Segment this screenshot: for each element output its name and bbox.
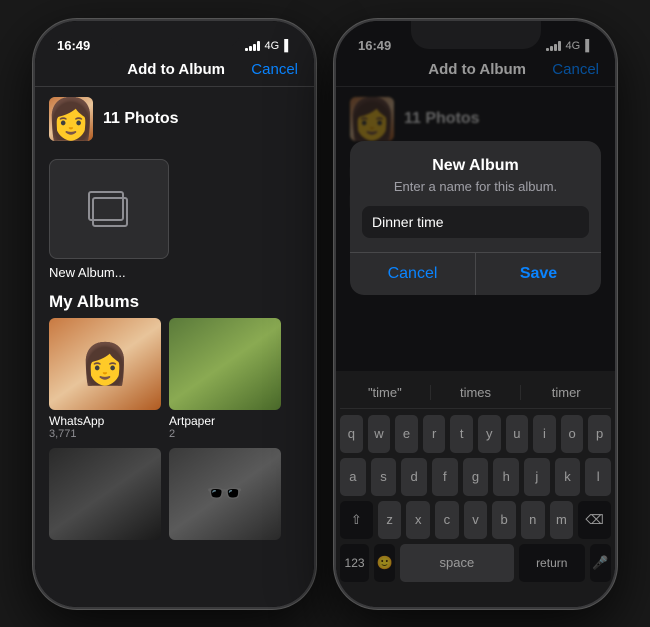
photos-count-left: 11 Photos (103, 110, 179, 128)
album-cover-sunglasses (169, 448, 281, 540)
new-album-dialog: New Album Enter a name for this album. D… (350, 141, 601, 295)
album-cover-artpaper (169, 318, 281, 410)
dialog-cancel-button[interactable]: Cancel (350, 253, 476, 295)
cancel-button-left[interactable]: Cancel (251, 61, 298, 78)
status-icons-left: 4G ▌ (245, 40, 292, 52)
dialog-title: New Album (350, 141, 601, 179)
dialog-overlay (336, 21, 615, 607)
album-name-artpaper: Artpaper (169, 414, 281, 428)
album-whatsapp[interactable]: WhatsApp 3,771 (49, 318, 161, 440)
signal-icon (245, 41, 260, 51)
album-drums[interactable] (49, 448, 161, 540)
album-name-input[interactable]: Dinner time (362, 206, 589, 238)
dialog-subtitle: Enter a name for this album. (350, 179, 601, 206)
new-album-icon (84, 187, 134, 231)
my-albums-title-left: My Albums (35, 284, 314, 318)
network-type: 4G (265, 40, 280, 52)
album-count-whatsapp: 3,771 (49, 428, 161, 440)
album-name-whatsapp: WhatsApp (49, 414, 161, 428)
dialog-save-button[interactable]: Save (476, 253, 601, 295)
album-artpaper[interactable]: Artpaper 2 (169, 318, 281, 440)
album-cover-whatsapp (49, 318, 161, 410)
right-phone: 16:49 4G ▌ Add to Album Cancel (334, 19, 617, 609)
left-phone: 16:49 4G ▌ Add to Album Cancel (33, 19, 316, 609)
new-album-tile[interactable] (49, 159, 169, 259)
status-bar-left: 16:49 4G ▌ (35, 21, 314, 57)
photos-header-left: 11 Photos (35, 87, 314, 151)
album-cover-drums (49, 448, 161, 540)
new-album-section[interactable]: New Album... (35, 151, 314, 284)
nav-bar-left: Add to Album Cancel (35, 57, 314, 87)
albums-grid-left: WhatsApp 3,771 Artpaper 2 (35, 318, 314, 540)
dialog-buttons: Cancel Save (350, 252, 601, 295)
new-album-label[interactable]: New Album... (49, 265, 300, 280)
nav-title-left: Add to Album (127, 61, 225, 78)
status-time-left: 16:49 (57, 38, 90, 53)
photos-thumb-left (49, 97, 93, 141)
battery-icon: ▌ (284, 40, 292, 52)
album-count-artpaper: 2 (169, 428, 281, 440)
album-sunglasses[interactable] (169, 448, 281, 540)
